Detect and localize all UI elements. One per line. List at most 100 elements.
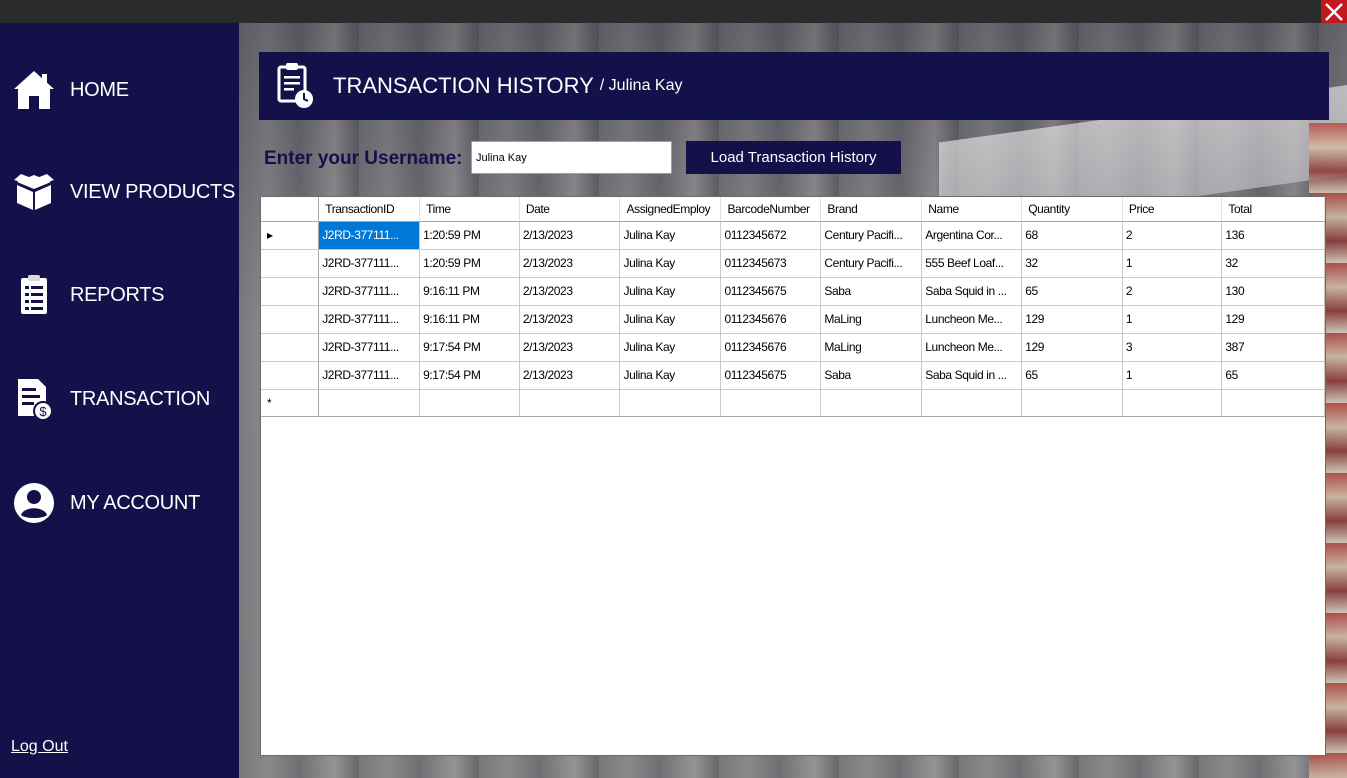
table-cell[interactable]: 1:20:59 PM [419,221,520,250]
table-cell[interactable]: 2 [1122,277,1223,306]
table-cell[interactable]: Julina Kay [619,249,722,278]
table-cell[interactable]: 0112345675 [720,277,822,306]
table-cell[interactable]: Julina Kay [619,221,722,250]
table-row[interactable]: J2RD-377111... 1:20:59 PM 2/13/2023 Juli… [261,249,1325,278]
table-cell[interactable]: 65 [1021,277,1123,306]
table-row[interactable]: J2RD-377111... 9:16:11 PM 2/13/2023 Juli… [261,277,1325,306]
table-cell[interactable]: 0112345675 [720,361,822,390]
table-cell[interactable]: MaLing [820,333,923,362]
table-cell[interactable]: Century Pacifi... [820,221,923,250]
table-cell[interactable]: 65 [1221,361,1325,390]
table-row[interactable]: J2RD-377111... 9:17:54 PM 2/13/2023 Juli… [261,333,1325,362]
table-cell[interactable]: J2RD-377111... [318,305,421,334]
sidebar-item-reports[interactable]: REPORTS [10,270,165,320]
table-cell[interactable] [619,389,722,417]
table-cell[interactable] [1021,389,1123,417]
table-cell[interactable] [921,389,1023,417]
column-header[interactable]: AssignedEmploy [619,197,722,222]
table-cell[interactable]: 9:16:11 PM [419,277,520,306]
table-cell[interactable]: 1 [1122,305,1223,334]
table-cell[interactable]: 9:17:54 PM [419,333,520,362]
table-cell[interactable]: Century Pacifi... [820,249,923,278]
column-header[interactable]: Quantity [1021,197,1123,222]
sidebar-item-view-products[interactable]: VIEW PRODUCTS [10,167,235,217]
table-row[interactable]: J2RD-377111... 9:16:11 PM 2/13/2023 Juli… [261,305,1325,334]
table-cell[interactable] [1221,389,1325,417]
table-cell[interactable]: 2/13/2023 [519,333,621,362]
table-cell[interactable]: J2RD-377111... [318,221,421,250]
column-header[interactable]: TransactionID [318,197,421,222]
table-cell[interactable]: 0112345673 [720,249,822,278]
table-cell[interactable]: J2RD-377111... [318,249,421,278]
table-cell[interactable]: 0112345676 [720,305,822,334]
table-cell[interactable]: Julina Kay [619,305,722,334]
column-header[interactable]: BarcodeNumber [720,197,822,222]
table-cell[interactable]: 0112345676 [720,333,822,362]
table-cell[interactable]: Argentina Cor... [921,221,1023,250]
username-input[interactable] [471,141,672,174]
column-header[interactable]: Name [921,197,1023,222]
sidebar-item-home[interactable]: HOME [10,65,129,115]
table-cell[interactable]: MaLing [820,305,923,334]
table-cell[interactable]: 1 [1122,249,1223,278]
table-cell[interactable]: 555 Beef Loaf... [921,249,1023,278]
table-cell[interactable]: 32 [1021,249,1123,278]
table-cell[interactable]: 2 [1122,221,1223,250]
column-header[interactable]: Brand [820,197,923,222]
table-cell[interactable]: 136 [1221,221,1325,250]
row-header[interactable] [261,249,320,278]
table-cell[interactable]: 2/13/2023 [519,277,621,306]
table-row[interactable]: ▸ J2RD-377111... 1:20:59 PM 2/13/2023 Ju… [261,221,1325,250]
column-header[interactable]: Time [419,197,520,222]
sidebar-item-transaction[interactable]: $ TRANSACTION [10,374,210,424]
row-header[interactable] [261,305,320,334]
current-row-marker[interactable]: ▸ [261,221,320,250]
column-header[interactable]: Price [1122,197,1223,222]
table-cell[interactable]: Luncheon Me... [921,305,1023,334]
table-cell[interactable]: Julina Kay [619,277,722,306]
table-cell[interactable]: J2RD-377111... [318,277,421,306]
table-cell[interactable]: Julina Kay [619,333,722,362]
table-cell[interactable]: 9:17:54 PM [419,361,520,390]
table-cell[interactable] [519,389,621,417]
table-cell[interactable] [720,389,822,417]
table-cell[interactable] [419,389,520,417]
table-cell[interactable]: 2/13/2023 [519,305,621,334]
table-cell[interactable] [1122,389,1223,417]
new-row-marker[interactable]: * [261,389,320,417]
table-cell[interactable]: 68 [1021,221,1123,250]
table-cell[interactable]: 1:20:59 PM [419,249,520,278]
table-cell[interactable]: Julina Kay [619,361,722,390]
table-cell[interactable]: 129 [1221,305,1325,334]
sidebar-item-my-account[interactable]: MY ACCOUNT [10,478,200,528]
table-cell[interactable]: 129 [1021,305,1123,334]
new-row[interactable]: * [261,389,1325,417]
table-cell[interactable]: Saba [820,361,923,390]
table-cell[interactable]: Saba Squid in ... [921,361,1023,390]
table-cell[interactable]: 387 [1221,333,1325,362]
row-header[interactable] [261,333,320,362]
transaction-grid[interactable]: TransactionID Time Date AssignedEmploy B… [260,196,1326,756]
table-cell[interactable]: 130 [1221,277,1325,306]
load-transaction-history-button[interactable]: Load Transaction History [686,141,901,174]
table-cell[interactable]: 3 [1122,333,1223,362]
table-cell[interactable]: 2/13/2023 [519,361,621,390]
table-cell[interactable]: J2RD-377111... [318,361,421,390]
close-window-button[interactable] [1321,0,1347,23]
column-header[interactable]: Date [519,197,621,222]
table-cell[interactable]: 32 [1221,249,1325,278]
table-cell[interactable]: J2RD-377111... [318,333,421,362]
table-cell[interactable]: 9:16:11 PM [419,305,520,334]
row-header[interactable] [261,361,320,390]
table-cell[interactable] [820,389,923,417]
table-cell[interactable]: 65 [1021,361,1123,390]
logout-link[interactable]: Log Out [11,738,68,756]
table-cell[interactable]: 129 [1021,333,1123,362]
table-cell[interactable]: Saba [820,277,923,306]
table-cell[interactable]: Saba Squid in ... [921,277,1023,306]
table-cell[interactable]: 1 [1122,361,1223,390]
table-cell[interactable]: Luncheon Me... [921,333,1023,362]
row-header[interactable] [261,277,320,306]
table-cell[interactable]: 2/13/2023 [519,249,621,278]
table-cell[interactable]: 0112345672 [720,221,822,250]
